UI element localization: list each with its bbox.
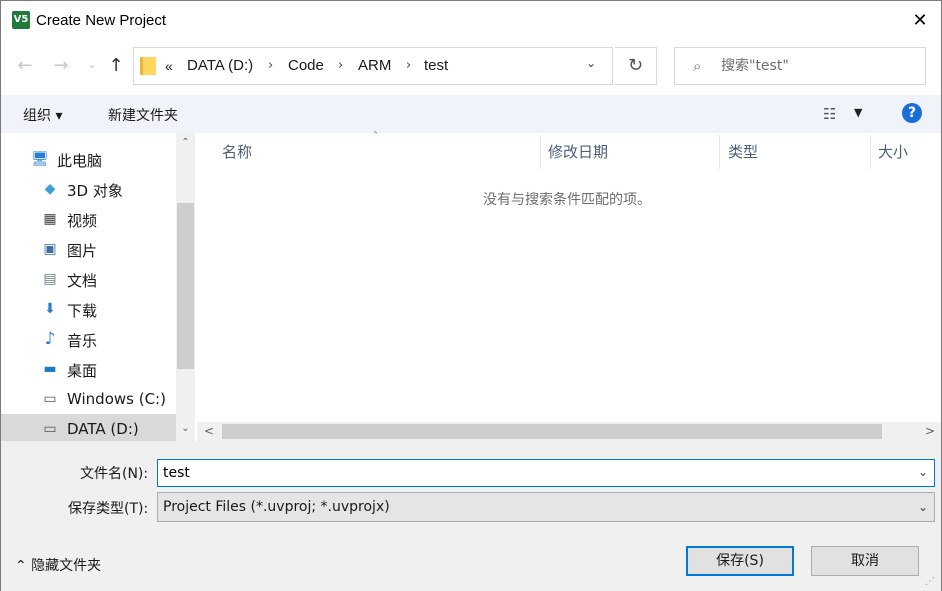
address-dropdown-icon[interactable]: ⌄ [586, 56, 596, 70]
download-icon: ⬇ [44, 301, 56, 317]
breadcrumb-test[interactable]: test [424, 57, 448, 74]
sidebar-item-this-pc[interactable]: 🖥 此电脑 [1, 144, 176, 174]
filename-field[interactable]: ⌄ [157, 459, 935, 487]
column-header-size[interactable]: 大小 [878, 141, 908, 162]
column-header-type[interactable]: 类型 [728, 141, 758, 162]
view-dropdown-icon[interactable]: ▼ [854, 106, 862, 119]
column-divider[interactable] [540, 135, 541, 169]
drive-c-icon: ▭ [43, 391, 57, 407]
search-box[interactable]: ⌕ [674, 47, 926, 85]
column-header-name[interactable]: 名称 [222, 141, 252, 162]
forward-button[interactable]: → [50, 55, 72, 77]
sidebar-item-desktop[interactable]: ▬ 桌面 [1, 354, 176, 384]
desktop-icon: ▬ [43, 361, 57, 377]
chevron-down-icon[interactable]: ⌄ [918, 500, 928, 514]
up-button[interactable]: ↑ [105, 55, 127, 77]
command-bar: 组织 ▾ 新建文件夹 ☷ ▼ ? [1, 95, 941, 133]
film-icon: ▦ [43, 211, 57, 227]
sidebar-item-windows-c[interactable]: ▭ Windows (C:) [1, 384, 176, 414]
create-project-dialog: V5 Create New Project ✕ ← → ⌄ ↑ « DATA (… [0, 0, 942, 591]
scrollbar-thumb[interactable] [222, 424, 882, 439]
breadcrumb-separator[interactable]: › [406, 58, 411, 73]
dialog-title: Create New Project [36, 12, 167, 29]
sidebar-item-documents[interactable]: ▤ 文档 [1, 264, 176, 294]
sidebar-item-label: 3D 对象 [67, 182, 123, 200]
sidebar-item-label: DATA (D:) [67, 420, 139, 438]
keil-app-icon: V5 [12, 11, 30, 29]
folder-icon [140, 57, 156, 75]
sidebar-item-music[interactable]: ♪ 音乐 [1, 324, 176, 354]
filename-label: 文件名(N): [80, 466, 149, 482]
breadcrumb-overflow[interactable]: « [165, 58, 173, 74]
breadcrumb-separator[interactable]: › [338, 58, 343, 73]
address-bar[interactable]: « DATA (D:) › Code › ARM › test ⌄ [133, 47, 613, 85]
sidebar-item-3d-objects[interactable]: ◆ 3D 对象 [1, 174, 176, 204]
scroll-left-icon[interactable]: < [204, 424, 214, 438]
navigation-scrollbar[interactable]: ⌃ ⌄ [176, 133, 195, 441]
sidebar-item-label: Windows (C:) [67, 390, 166, 408]
organize-menu-button[interactable]: 组织 ▾ [23, 105, 62, 125]
sidebar-item-label: 视频 [67, 212, 98, 230]
filename-input[interactable] [163, 463, 903, 483]
save-button[interactable]: 保存(S) [686, 546, 794, 576]
empty-list-message: 没有与搜索条件匹配的项。 [483, 192, 651, 208]
computer-icon: 🖥 [31, 151, 49, 167]
search-input[interactable] [721, 54, 917, 78]
filetype-select[interactable]: Project Files (*.uvproj; *.uvprojx) ⌄ [157, 492, 935, 522]
sidebar-item-label: 下载 [67, 302, 98, 320]
cube-icon: ◆ [44, 181, 56, 197]
sidebar-item-videos[interactable]: ▦ 视频 [1, 204, 176, 234]
back-button[interactable]: ← [14, 55, 36, 77]
new-folder-button[interactable]: 新建文件夹 [108, 105, 178, 125]
drive-d-icon: ▭ [43, 421, 57, 437]
resize-grip-icon[interactable]: ⋰ [925, 576, 935, 587]
hide-folders-button[interactable]: ⌃ 隐藏文件夹 [15, 555, 101, 575]
recent-locations-button[interactable]: ⌄ [81, 53, 103, 75]
picture-icon: ▣ [43, 241, 57, 257]
sidebar-item-downloads[interactable]: ⬇ 下载 [1, 294, 176, 324]
navigation-pane: 🖥 此电脑 ◆ 3D 对象 ▦ 视频 ▣ 图片 ▤ 文档 ⬇ 下载 ♪ 音乐 ▬ [1, 133, 195, 444]
sort-ascending-icon: ˄ [373, 131, 378, 142]
scroll-right-icon[interactable]: > [925, 424, 935, 438]
scrollbar-thumb[interactable] [177, 203, 194, 369]
scroll-up-icon[interactable]: ⌃ [176, 137, 195, 148]
help-icon[interactable]: ? [902, 103, 922, 123]
filetype-value: Project Files (*.uvproj; *.uvprojx) [163, 499, 390, 515]
sidebar-item-label: 图片 [67, 242, 98, 260]
refresh-button[interactable]: ↻ [615, 47, 657, 85]
sidebar-item-label: 音乐 [67, 332, 98, 350]
file-list-scrollbar[interactable]: < > [197, 422, 941, 441]
column-divider[interactable] [870, 135, 871, 169]
breadcrumb-arm[interactable]: ARM [358, 57, 391, 74]
column-header-date-modified[interactable]: 修改日期 [548, 141, 608, 162]
close-button[interactable]: ✕ [907, 11, 933, 33]
sidebar-item-label: 桌面 [67, 362, 98, 380]
scroll-down-icon[interactable]: ⌄ [176, 423, 195, 434]
music-icon: ♪ [44, 329, 56, 349]
view-options-icon[interactable]: ☷ [823, 105, 836, 123]
filetype-label: 保存类型(T): [68, 501, 149, 517]
search-icon: ⌕ [693, 57, 702, 75]
cancel-button[interactable]: 取消 [811, 546, 919, 576]
document-icon: ▤ [43, 271, 57, 287]
sidebar-item-label: 此电脑 [57, 152, 103, 170]
sidebar-item-pictures[interactable]: ▣ 图片 [1, 234, 176, 264]
sidebar-item-label: 文档 [67, 272, 98, 290]
sidebar-item-data-d[interactable]: ▭ DATA (D:) [1, 414, 176, 444]
chevron-down-icon[interactable]: ⌄ [918, 465, 928, 479]
column-divider[interactable] [719, 135, 720, 169]
breadcrumb-code[interactable]: Code [288, 57, 324, 74]
breadcrumb-data-drive[interactable]: DATA (D:) [187, 57, 253, 74]
breadcrumb-separator[interactable]: › [268, 58, 273, 73]
